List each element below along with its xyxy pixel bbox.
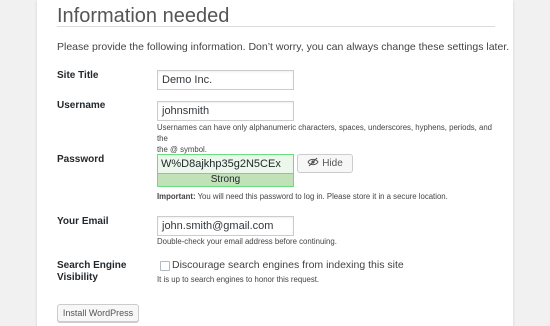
password-strength-meter: Strong: [157, 173, 294, 187]
discourage-search-engines-checkbox[interactable]: [160, 261, 170, 271]
password-help: Important: You will need this password t…: [157, 191, 448, 202]
search-engine-help: It is up to search engines to honor this…: [157, 275, 320, 284]
username-label: Username: [57, 100, 106, 111]
install-wordpress-button[interactable]: Install WordPress: [57, 304, 139, 322]
username-help: Usernames can have only alphanumeric cha…: [157, 122, 497, 155]
page-title: Information needed: [57, 5, 230, 27]
hide-password-button[interactable]: Hide: [297, 154, 353, 173]
hide-button-label: Hide: [322, 158, 343, 169]
email-input[interactable]: john.smith@gmail.com: [157, 216, 294, 236]
heading-divider: [57, 26, 495, 27]
site-title-label: Site Title: [57, 70, 99, 81]
discourage-search-engines-label[interactable]: Discourage search engines from indexing …: [172, 259, 404, 271]
password-label: Password: [57, 154, 105, 165]
important-label: Important:: [157, 192, 196, 201]
password-input[interactable]: W%D8ajkhp35g2N5CEx: [157, 154, 294, 173]
search-engine-label-line1: Search Engine: [57, 260, 127, 271]
search-engine-label: Search Engine Visibility: [57, 260, 126, 284]
username-help-line2: the @ symbol.: [157, 145, 207, 154]
important-text: You will need this password to log in. P…: [195, 192, 448, 201]
install-form-card: Information needed Please provide the fo…: [37, 0, 513, 326]
site-title-input[interactable]: Demo Inc.: [157, 70, 294, 90]
eye-slash-icon: [307, 157, 319, 170]
search-engine-label-line2: Visibility: [57, 272, 98, 283]
username-help-line1: Usernames can have only alphanumeric cha…: [157, 123, 493, 143]
email-label: Your Email: [57, 216, 109, 227]
email-help: Double-check your email address before c…: [157, 237, 337, 246]
intro-text: Please provide the following information…: [57, 41, 510, 53]
username-input[interactable]: johnsmith: [157, 101, 294, 121]
